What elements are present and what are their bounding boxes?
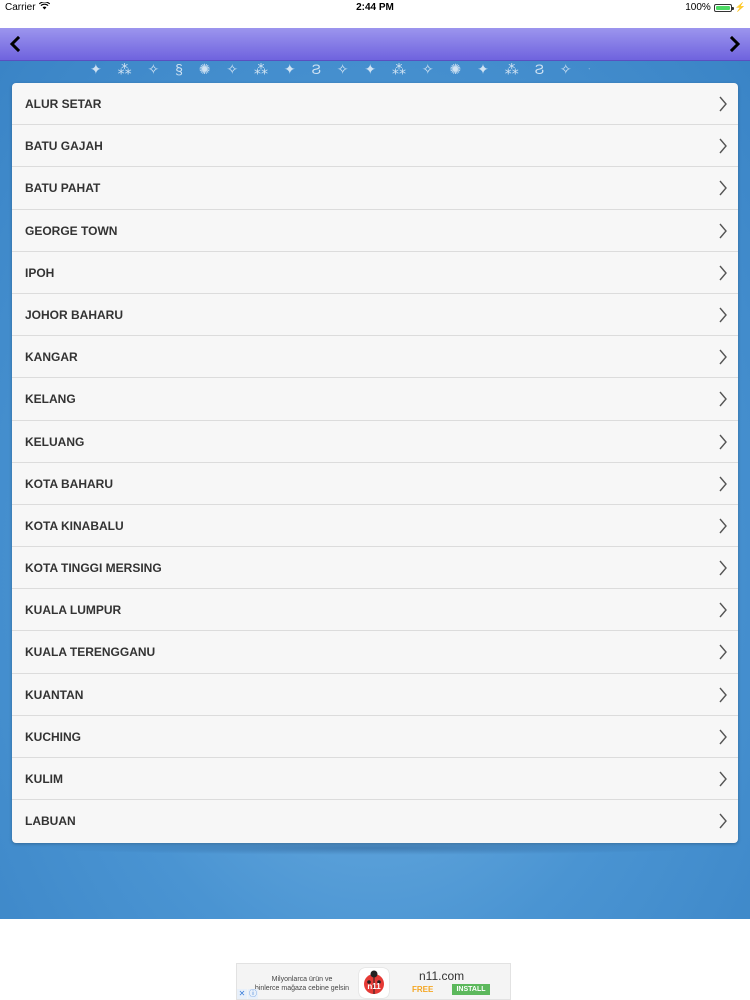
list-item-label: KULIM xyxy=(25,772,63,786)
battery-fill xyxy=(715,5,730,10)
nav-bar xyxy=(0,28,750,61)
list-item[interactable]: KOTA KINABALU xyxy=(12,505,738,548)
ad-free-label: FREE xyxy=(412,985,434,994)
list-item-label: IPOH xyxy=(25,265,55,280)
ad-line-1: Milyonlarca ürün ve xyxy=(271,976,333,983)
chevron-right-icon xyxy=(719,391,727,407)
list-item-label: KUANTAN xyxy=(25,687,84,702)
battery-icon xyxy=(713,3,734,12)
chevron-right-icon xyxy=(719,96,727,112)
list-item[interactable]: KELUANG xyxy=(12,421,738,463)
screen: Carrier 2:44 PM 100% ⚡ ✦ ⁂ ✧ § ✺ ✧ ⁂ ✦ Ϩ… xyxy=(0,0,750,1000)
list-item-label: KOTA TINGGI MERSING xyxy=(25,561,162,576)
list-item[interactable]: KOTA TINGGI MERSING xyxy=(12,547,738,590)
chevron-right-icon xyxy=(719,434,727,449)
list-item-label: GEORGE TOWN xyxy=(25,223,118,238)
list-item[interactable]: GEORGE TOWN xyxy=(12,210,738,252)
status-right: 100% ⚡ xyxy=(685,2,746,13)
list-item[interactable]: KANGAR xyxy=(12,336,738,379)
back-button[interactable] xyxy=(0,28,30,60)
list-item[interactable]: JOHOR BAHARU xyxy=(12,294,738,337)
list-item-label: ALUR SETAR xyxy=(25,97,102,111)
list-item-label: KOTA KINABALU xyxy=(25,518,124,533)
list-item-label: KUALA TERENGGANU xyxy=(25,645,156,660)
list-item-label: JOHOR BAHARU xyxy=(25,307,124,322)
list-item[interactable]: ALUR SETAR xyxy=(12,83,738,126)
list-item-label: BATU PAHAT xyxy=(25,181,101,196)
chevron-right-icon xyxy=(719,771,727,787)
chevron-right-icon xyxy=(719,476,727,492)
background-shadow xyxy=(40,841,710,855)
ad-site: n11.com xyxy=(419,969,465,983)
ad-info-icon[interactable]: ⓘ xyxy=(248,989,258,999)
list-item[interactable]: KUANTAN xyxy=(12,674,738,716)
status-time: 2:44 PM xyxy=(356,2,394,13)
ad-banner[interactable]: Milyonlarca ürün ve binlerce mağaza cebi… xyxy=(236,963,511,1000)
list-item-label: KANGAR xyxy=(25,350,78,365)
chevron-right-icon xyxy=(719,349,727,365)
list-item[interactable]: KULIM xyxy=(12,758,738,801)
chevron-right-icon xyxy=(719,180,727,196)
list-item[interactable]: KELANG xyxy=(12,378,738,421)
chevron-right-icon xyxy=(719,138,727,154)
list-item-label: KOTA BAHARU xyxy=(25,476,113,491)
list-item-label: BATU GAJAH xyxy=(25,139,103,154)
list-item-label: KELUANG xyxy=(25,434,85,449)
list-item[interactable]: KUALA TERENGGANU xyxy=(12,631,738,674)
ad-install-button[interactable]: INSTALL xyxy=(452,984,490,995)
ad-close-icon[interactable]: ✕ xyxy=(237,989,247,999)
list-item[interactable]: LABUAN xyxy=(12,800,738,842)
chevron-right-icon xyxy=(719,265,727,281)
ad-controls: ✕ ⓘ xyxy=(237,989,258,999)
chevron-right-icon xyxy=(719,602,727,618)
chevron-left-icon xyxy=(9,36,21,52)
ad-text: Milyonlarca ürün ve binlerce mağaza cebi… xyxy=(243,975,361,993)
charging-icon: ⚡ xyxy=(734,2,746,12)
ad-line-2: binlerce mağaza cebine gelsin xyxy=(254,985,350,992)
background-decoration: ✦ ⁂ ✧ § ✺ ✧ ⁂ ✦ Ϩ ✧ ✦ ⁂ ✧ ✺ ✦ ⁂ Ϩ ✧ ✦ ⁂ xyxy=(90,61,590,77)
chevron-right-icon xyxy=(719,518,727,534)
list-item-label: KUCHING xyxy=(25,729,81,744)
list-item-label: LABUAN xyxy=(25,814,76,829)
city-list: ALUR SETAR BATU GAJAH BATU PAHAT GEORGE TOW… xyxy=(12,83,738,843)
list-item[interactable]: BATU PAHAT xyxy=(12,167,738,210)
status-bar: Carrier 2:44 PM 100% ⚡ xyxy=(0,0,750,16)
ad-logo-icon: n11 xyxy=(359,968,389,998)
chevron-right-icon xyxy=(719,687,727,703)
chevron-right-icon xyxy=(719,729,727,745)
list-item-label: KUALA LUMPUR xyxy=(25,603,122,618)
chevron-right-icon xyxy=(729,36,741,52)
battery-percent: 100% xyxy=(685,2,711,13)
chevron-right-icon xyxy=(719,307,727,323)
list-item-label: KELANG xyxy=(25,392,76,407)
list-item[interactable]: KUALA LUMPUR xyxy=(12,589,738,632)
chevron-right-icon xyxy=(719,813,727,829)
chevron-right-icon xyxy=(719,560,727,576)
list-item[interactable]: KUCHING xyxy=(12,716,738,758)
forward-button[interactable] xyxy=(720,28,750,60)
chevron-right-icon xyxy=(719,223,727,239)
list-item[interactable]: IPOH xyxy=(12,252,738,294)
ad-logo-text: n11 xyxy=(367,982,381,991)
list-item[interactable]: BATU GAJAH xyxy=(12,125,738,168)
list-item[interactable]: KOTA BAHARU xyxy=(12,463,738,505)
chevron-right-icon xyxy=(719,644,727,660)
